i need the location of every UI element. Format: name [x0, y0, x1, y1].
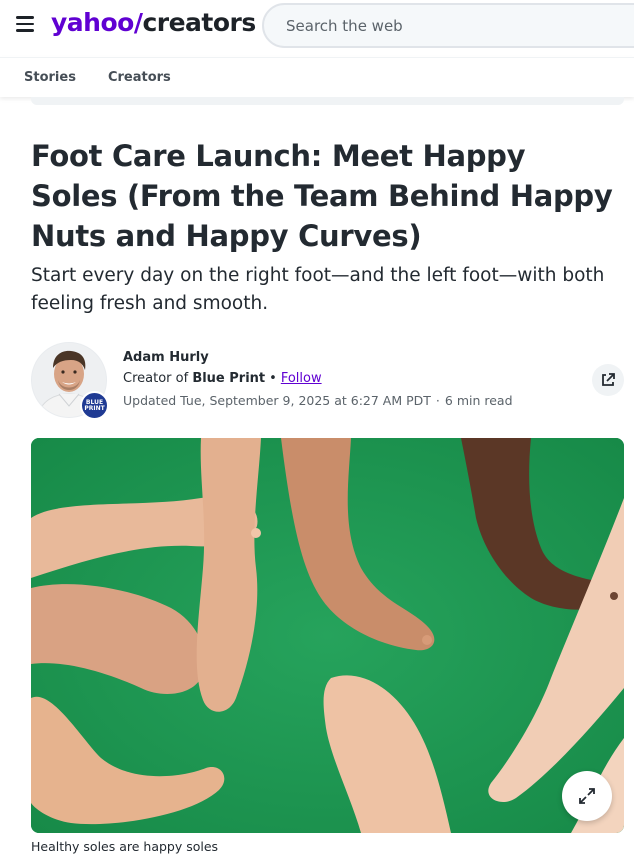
top-bar: yahoo/ creators — [0, 0, 634, 54]
article-headline: Foot Care Launch: Meet Happy Soles (From… — [31, 139, 613, 253]
hero-image[interactable] — [31, 438, 624, 833]
creator-line: Creator of Blue Print • Follow — [123, 371, 322, 386]
creator-publication[interactable]: Blue Print — [192, 371, 265, 386]
search-box[interactable] — [262, 3, 634, 48]
read-time: 6 min read — [444, 393, 513, 408]
expand-arrows-icon — [579, 788, 595, 804]
search-input[interactable] — [286, 16, 634, 35]
badge-text-line2: PRINT — [84, 404, 105, 412]
creator-prefix: Creator of — [123, 371, 189, 386]
separator-dot: • — [269, 371, 277, 386]
yahoo-creators-logo[interactable]: yahoo/ creators — [51, 8, 256, 42]
article-subheadline: Start every day on the right foot—and th… — [31, 265, 605, 314]
logo-creators-text: creators — [142, 8, 256, 37]
nav-item-creators[interactable]: Creators — [108, 70, 171, 85]
ad-strip — [31, 97, 624, 105]
updated-timestamp: Updated Tue, September 9, 2025 at 6:27 A… — [123, 393, 431, 408]
meta-separator: · — [435, 393, 440, 408]
article-meta: Updated Tue, September 9, 2025 at 6:27 A… — [123, 393, 513, 408]
share-button[interactable] — [592, 364, 624, 396]
expand-image-button[interactable] — [562, 771, 612, 821]
nav-item-stories[interactable]: Stories — [24, 70, 76, 85]
hamburger-menu-icon[interactable] — [16, 16, 34, 34]
hero-caption: Healthy soles are happy soles — [31, 839, 219, 854]
follow-link[interactable]: Follow — [281, 371, 322, 386]
share-external-icon — [602, 373, 615, 386]
author-name[interactable]: Adam Hurly — [123, 350, 209, 365]
sub-navigation: Stories Creators — [0, 57, 634, 97]
blue-print-badge: BLUE PRINT — [80, 391, 109, 420]
logo-yahoo-text: yahoo/ — [51, 8, 143, 37]
